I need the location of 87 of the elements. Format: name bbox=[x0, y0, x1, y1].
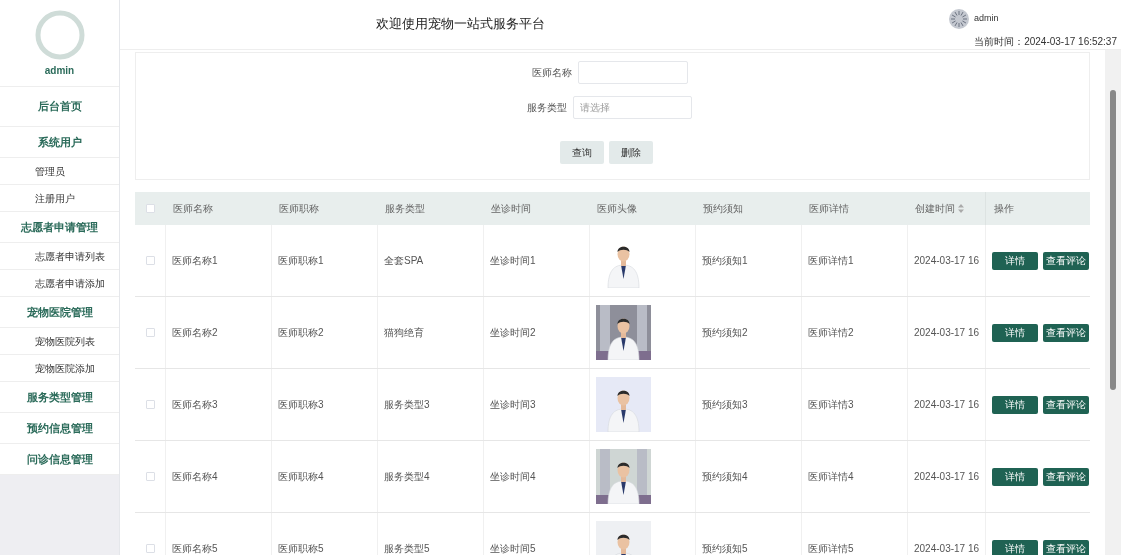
table-cell-text: 2024-03-17 16 bbox=[914, 326, 980, 340]
table-cell-text: 医师名称3 bbox=[172, 398, 218, 412]
column-header: 医师头像 bbox=[597, 202, 637, 216]
sort-icon[interactable] bbox=[958, 204, 964, 213]
avatar-icon[interactable] bbox=[949, 9, 969, 29]
table-cell-text: 医师详情3 bbox=[808, 398, 854, 412]
details-button[interactable]: 详情 bbox=[992, 539, 1038, 555]
menu-group[interactable]: 志愿者申请管理 bbox=[0, 212, 119, 243]
table-cell-text: 预约须知1 bbox=[702, 254, 748, 268]
checkbox[interactable] bbox=[145, 544, 155, 553]
checkbox[interactable] bbox=[145, 472, 155, 481]
menu-item[interactable]: 志愿者申请添加 bbox=[0, 270, 119, 297]
checkbox[interactable] bbox=[145, 328, 155, 337]
menu-group[interactable]: 服务类型管理 bbox=[0, 382, 119, 413]
table-cell-text: 医师详情2 bbox=[808, 326, 854, 340]
menu-item[interactable]: 宠物医院添加 bbox=[0, 355, 119, 382]
reviews-button[interactable]: 查看评论 bbox=[1043, 323, 1089, 342]
table-cell-text: 医师职称1 bbox=[278, 254, 324, 268]
table-cell-text: 医师名称5 bbox=[172, 542, 218, 555]
column-header: 创建时间 bbox=[915, 202, 955, 216]
table-cell-text: 坐诊时间2 bbox=[490, 326, 536, 340]
table-cell-text: 医师详情4 bbox=[808, 470, 854, 484]
menu-group[interactable]: 系统用户 bbox=[0, 127, 119, 158]
table-cell-text: 医师详情1 bbox=[808, 254, 854, 268]
search-button[interactable]: 查询 bbox=[560, 141, 604, 164]
column-header: 医师名称 bbox=[173, 202, 213, 216]
column-header: 医师详情 bbox=[809, 202, 849, 216]
page-title: 欢迎使用宠物一站式服务平台 bbox=[376, 15, 545, 33]
input-field[interactable] bbox=[577, 61, 688, 84]
table-cell-text: 猫狗绝育 bbox=[384, 326, 424, 340]
table-cell-text: 预约须知4 bbox=[702, 470, 748, 484]
column-header: 坐诊时间 bbox=[491, 202, 531, 216]
table-cell-text: 坐诊时间5 bbox=[490, 542, 536, 555]
delete-button[interactable]: 删除 bbox=[609, 141, 653, 164]
table-cell-text: 2024-03-17 16 bbox=[914, 542, 980, 555]
column-header: 预约须知 bbox=[703, 202, 743, 216]
table-cell-text: 服务类型4 bbox=[384, 470, 430, 484]
table-cell-text: 2024-03-17 16 bbox=[914, 470, 980, 484]
menu-group[interactable]: 宠物医院管理 bbox=[0, 297, 119, 328]
details-button[interactable]: 详情 bbox=[992, 395, 1038, 414]
table-cell-text: 预约须知3 bbox=[702, 398, 748, 412]
checkbox[interactable] bbox=[145, 400, 155, 409]
table-cell-text: 服务类型3 bbox=[384, 398, 430, 412]
table-cell-text: 医师名称1 bbox=[172, 254, 218, 268]
table-cell-text: 2024-03-17 16 bbox=[914, 254, 980, 268]
scrollbar[interactable] bbox=[1105, 50, 1121, 555]
checkbox[interactable] bbox=[145, 256, 155, 265]
menu-item[interactable]: 宠物医院列表 bbox=[0, 328, 119, 355]
table-cell-text: 坐诊时间1 bbox=[490, 254, 536, 268]
avatar-icon bbox=[34, 10, 85, 60]
reviews-button[interactable]: 查看评论 bbox=[1043, 539, 1089, 555]
table-cell-text: 预约须知5 bbox=[702, 542, 748, 555]
table-cell-text: 2024-03-17 16 bbox=[914, 398, 980, 412]
table-cell-text: 医师职称3 bbox=[278, 398, 324, 412]
table-cell-text: 医师名称2 bbox=[172, 326, 218, 340]
menu-item[interactable]: 注册用户 bbox=[0, 185, 119, 212]
details-button[interactable]: 详情 bbox=[992, 467, 1038, 486]
table-cell-text: 坐诊时间3 bbox=[490, 398, 536, 412]
details-button[interactable]: 详情 bbox=[992, 323, 1038, 342]
reviews-button[interactable]: 查看评论 bbox=[1043, 395, 1089, 414]
current-time: 当前时间：2024-03-17 16:52:37 bbox=[974, 35, 1117, 49]
field-label: 服务类型 bbox=[526, 101, 567, 115]
user-name: admin bbox=[44, 64, 75, 78]
field-label: 医师名称 bbox=[530, 66, 572, 80]
details-button[interactable]: 详情 bbox=[992, 251, 1038, 270]
reviews-button[interactable]: 查看评论 bbox=[1043, 251, 1089, 270]
user-name: admin bbox=[974, 12, 999, 26]
menu-item[interactable]: 管理员 bbox=[0, 158, 119, 185]
table-cell-text: 医师名称4 bbox=[172, 470, 218, 484]
table-cell-text: 服务类型5 bbox=[384, 542, 430, 555]
table-cell-text: 坐诊时间4 bbox=[490, 470, 536, 484]
column-header: 服务类型 bbox=[385, 202, 425, 216]
menu-group[interactable]: 问诊信息管理 bbox=[0, 444, 119, 475]
select-field[interactable]: 请选择 bbox=[573, 96, 692, 119]
table-cell-text: 医师职称5 bbox=[278, 542, 324, 555]
menu-group[interactable]: 预约信息管理 bbox=[0, 413, 119, 444]
table-cell-text: 医师详情5 bbox=[808, 542, 854, 555]
table-cell-text: 医师职称4 bbox=[278, 470, 324, 484]
table-cell-text: 预约须知2 bbox=[702, 326, 748, 340]
column-header: 操作 bbox=[994, 202, 1014, 216]
menu-group[interactable]: 后台首页 bbox=[0, 87, 119, 127]
table-cell-text: 全套SPA bbox=[384, 254, 424, 268]
table-cell-text: 医师职称2 bbox=[278, 326, 324, 340]
checkbox[interactable] bbox=[145, 204, 155, 213]
column-header: 医师职称 bbox=[279, 202, 319, 216]
menu-item[interactable]: 志愿者申请列表 bbox=[0, 243, 119, 270]
reviews-button[interactable]: 查看评论 bbox=[1043, 467, 1089, 486]
